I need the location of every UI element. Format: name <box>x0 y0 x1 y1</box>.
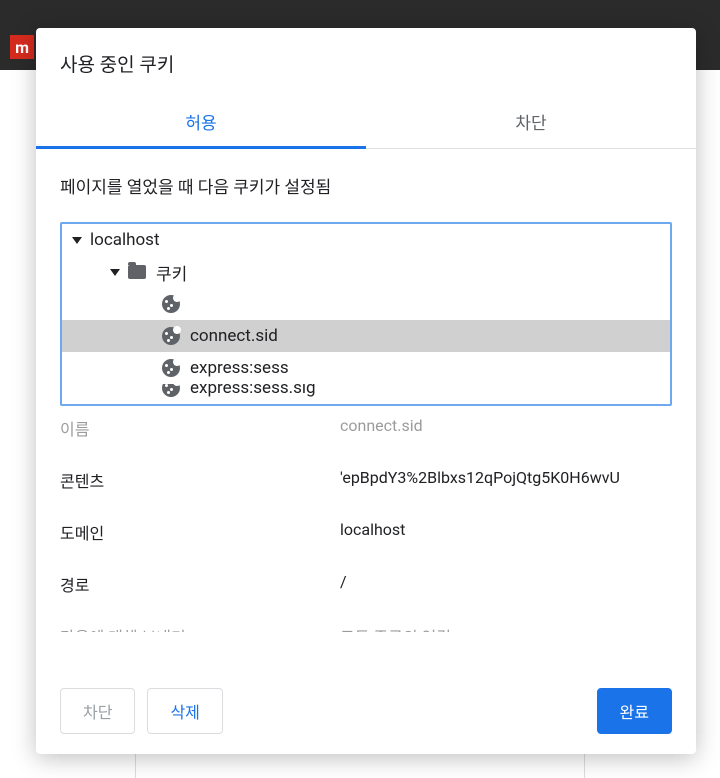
detail-row-name: 이름 connect.sid <box>60 412 672 454</box>
tabs-container: 허용 차단 <box>36 97 696 149</box>
chevron-down-icon <box>72 237 82 244</box>
cookie-tree[interactable]: localhost 쿠키 connect.sid <box>60 222 672 406</box>
delete-button[interactable]: 삭제 <box>147 688 222 734</box>
detail-row-path: 경로 / <box>60 558 672 610</box>
dialog-footer: 차단 삭제 완료 <box>36 670 696 754</box>
detail-label: 도메인 <box>60 520 340 544</box>
browser-top-bar <box>0 0 720 30</box>
tree-cookie-label: connect.sid <box>190 326 278 346</box>
detail-value: localhost <box>340 520 672 544</box>
chevron-down-icon <box>110 269 120 276</box>
detail-label: 이름 <box>60 416 340 440</box>
detail-value: connect.sid <box>340 416 672 440</box>
tab-allow[interactable]: 허용 <box>36 97 366 148</box>
tree-cookie-row-selected[interactable]: connect.sid <box>62 320 670 352</box>
cookie-icon <box>162 384 180 397</box>
tree-cookie-row[interactable]: express:sess <box>62 352 670 384</box>
folder-icon <box>128 265 146 279</box>
cookie-details: 이름 connect.sid 콘텐츠 'epBpdY3%2Blbxs12qPoj… <box>60 412 672 670</box>
cookie-icon <box>162 295 180 313</box>
tab-block[interactable]: 차단 <box>366 97 696 148</box>
detail-row-send: 다음에 대해 보내기: 모든 종류의 연결 <box>60 610 672 632</box>
cookie-icon <box>162 359 180 377</box>
detail-value: / <box>340 572 672 596</box>
dialog-body: 페이지를 열었을 때 다음 쿠키가 설정됨 localhost 쿠키 <box>36 149 696 670</box>
tree-cookie-label: express:sess <box>190 358 289 378</box>
tree-folder-label: 쿠키 <box>156 260 187 285</box>
detail-value: 모든 종류의 연결 <box>340 624 672 632</box>
cookies-dialog: 사용 중인 쿠키 허용 차단 페이지를 열었을 때 다음 쿠키가 설정됨 loc… <box>36 28 696 754</box>
tree-host-row[interactable]: localhost <box>62 224 670 256</box>
site-logo: m <box>10 35 34 59</box>
detail-label: 다음에 대해 보내기: <box>60 624 340 632</box>
tree-host-label: localhost <box>90 230 160 250</box>
done-button[interactable]: 완료 <box>597 688 672 734</box>
detail-label: 콘텐츠 <box>60 468 340 492</box>
block-button[interactable]: 차단 <box>60 688 135 734</box>
tree-folder-row[interactable]: 쿠키 <box>62 256 670 288</box>
detail-label: 경로 <box>60 572 340 596</box>
tree-cookie-row[interactable]: express:sess.sig <box>62 384 670 404</box>
tree-cookie-row[interactable] <box>62 288 670 320</box>
cookie-icon <box>162 327 180 345</box>
detail-value: 'epBpdY3%2Blbxs12qPojQtg5K0H6wvU <box>340 468 672 492</box>
tree-cookie-label: express:sess.sig <box>190 384 316 398</box>
dialog-title: 사용 중인 쿠키 <box>36 28 696 97</box>
detail-row-content: 콘텐츠 'epBpdY3%2Blbxs12qPojQtg5K0H6wvU <box>60 454 672 506</box>
detail-row-domain: 도메인 localhost <box>60 506 672 558</box>
dialog-description: 페이지를 열었을 때 다음 쿠키가 설정됨 <box>60 173 672 198</box>
